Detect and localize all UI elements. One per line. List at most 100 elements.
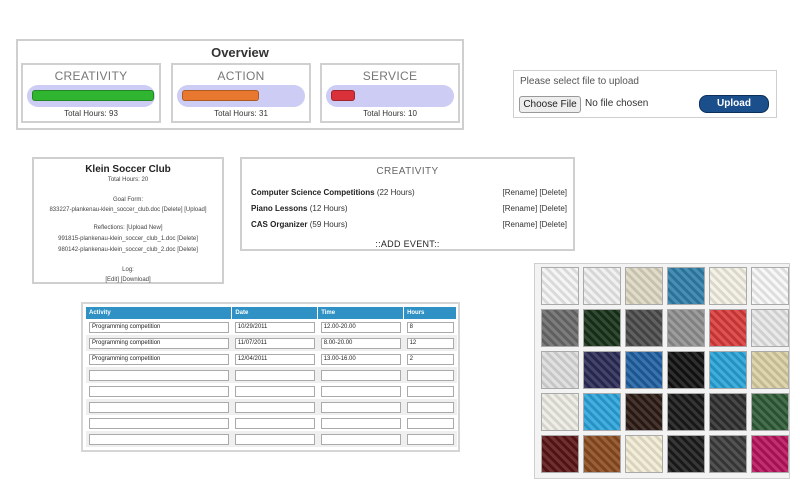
log-actions[interactable]: [Edit] [Download] xyxy=(34,277,222,283)
swatch-beige-damask[interactable] xyxy=(625,267,663,305)
overview-title: Overview xyxy=(211,45,269,60)
table-row xyxy=(86,367,457,383)
event-hours: (22 Hours) xyxy=(376,188,415,197)
activity-input[interactable]: Programming competition xyxy=(89,337,229,349)
time-input[interactable]: 13.00-16.00 xyxy=(320,353,401,365)
swatch-white-ornament[interactable] xyxy=(541,351,579,389)
event-row: Piano Lessons (12 Hours) [Rename] [Delet… xyxy=(251,204,567,213)
table-cell xyxy=(317,367,404,383)
header-date: Date xyxy=(231,307,319,319)
creativity-total-hours: Total Hours: 93 xyxy=(64,109,118,118)
date-input[interactable] xyxy=(234,433,315,445)
upload-button[interactable]: Upload xyxy=(699,95,769,113)
date-input[interactable]: 11/07/2011 xyxy=(234,337,315,349)
activity-input[interactable]: Programming competition xyxy=(89,321,229,333)
activity-input[interactable] xyxy=(89,433,229,445)
table-row: Programming competition 12/04/2011 13.00-1… xyxy=(86,351,457,367)
activity-input[interactable] xyxy=(89,385,229,397)
activity-input[interactable] xyxy=(89,369,229,381)
swatch-white-scroll[interactable] xyxy=(751,267,789,305)
time-input[interactable] xyxy=(320,401,401,413)
swatch-beige-floral[interactable] xyxy=(751,351,789,389)
choose-file-button[interactable]: Choose File xyxy=(519,96,581,113)
swatch-gray-circles[interactable] xyxy=(667,309,705,347)
swatch-dark-fleur[interactable] xyxy=(625,393,663,431)
swatch-black-curve[interactable] xyxy=(667,351,705,389)
swatch-gray-stars[interactable] xyxy=(541,309,579,347)
swatch-pink-rays[interactable] xyxy=(751,435,789,473)
swatch-gray-stone[interactable] xyxy=(625,309,663,347)
reflection-file-2[interactable]: 980142-plankenau-klein_soccer_club_2.doc… xyxy=(34,247,222,253)
hours-input[interactable] xyxy=(406,385,454,397)
swatch-bronze-swirl[interactable] xyxy=(583,435,621,473)
time-input[interactable] xyxy=(320,417,401,429)
swatch-red-argyle[interactable] xyxy=(709,309,747,347)
hours-input[interactable]: 2 xyxy=(406,353,454,365)
hours-input[interactable]: 8 xyxy=(406,321,454,333)
hours-input[interactable]: 12 xyxy=(406,337,454,349)
hours-input[interactable] xyxy=(406,433,454,445)
swatch-white-plain[interactable] xyxy=(541,267,579,305)
event-actions[interactable]: [Rename] [Delete] xyxy=(503,220,567,229)
swatch-cream-lattice[interactable] xyxy=(709,267,747,305)
date-input[interactable] xyxy=(234,385,315,397)
activity-input[interactable]: Programming competition xyxy=(89,353,229,365)
event-actions[interactable]: [Rename] [Delete] xyxy=(503,188,567,197)
header-activity: Activity xyxy=(86,307,233,319)
action-label: ACTION xyxy=(217,69,265,83)
reflections-label[interactable]: Reflections: [Upload New] xyxy=(34,225,222,231)
hours-input[interactable] xyxy=(406,417,454,429)
event-name: Computer Science Competitions xyxy=(251,188,375,197)
time-input[interactable] xyxy=(320,433,401,445)
table-header-row: Activity Date Time Hours xyxy=(86,307,457,319)
date-input[interactable]: 12/04/2011 xyxy=(234,353,315,365)
swatch-green-paisley[interactable] xyxy=(751,393,789,431)
swatch-cream-grid[interactable] xyxy=(541,393,579,431)
swatch-gray-weave[interactable] xyxy=(709,435,747,473)
swatch-cyan-diamond[interactable] xyxy=(709,351,747,389)
table-cell xyxy=(232,415,318,431)
goal-form-file[interactable]: 833227-plankenau-klein_soccer_club.doc [… xyxy=(34,207,222,213)
date-input[interactable] xyxy=(234,401,315,413)
swatch-sky-blue[interactable] xyxy=(583,393,621,431)
activity-input[interactable] xyxy=(89,401,229,413)
event-hours: (12 Hours) xyxy=(309,204,348,213)
swatch-white-floral[interactable] xyxy=(583,267,621,305)
reflection-file-1[interactable]: 991815-plankenau-klein_soccer_club_1.doc… xyxy=(34,236,222,242)
service-progress-track xyxy=(326,85,454,107)
activity-input[interactable] xyxy=(89,417,229,429)
table-cell: Programming competition xyxy=(86,319,232,335)
swatch-dark-plaid[interactable] xyxy=(709,393,747,431)
hours-input[interactable] xyxy=(406,401,454,413)
hours-input[interactable] xyxy=(406,369,454,381)
swatch-blue-tile[interactable] xyxy=(625,351,663,389)
creativity-label: CREATIVITY xyxy=(54,69,128,83)
action-progress-bar xyxy=(182,90,259,101)
swatch-navy-circles[interactable] xyxy=(583,351,621,389)
creativity-progress-bar xyxy=(32,90,154,101)
time-input[interactable]: 8.00-20.00 xyxy=(320,337,401,349)
header-time: Time xyxy=(317,307,405,319)
date-input[interactable] xyxy=(234,369,315,381)
swatch-black-argyle[interactable] xyxy=(667,393,705,431)
swatch-black-mesh[interactable] xyxy=(667,435,705,473)
time-input[interactable]: 12.00-20.00 xyxy=(320,321,401,333)
swatch-maroon-floral[interactable] xyxy=(541,435,579,473)
time-input[interactable] xyxy=(320,385,401,397)
event-actions[interactable]: [Rename] [Delete] xyxy=(503,204,567,213)
date-input[interactable] xyxy=(234,417,315,429)
swatch-cream-dots[interactable] xyxy=(625,435,663,473)
upload-panel: Please select file to upload Choose File… xyxy=(513,70,777,118)
creativity-events-title: CREATIVITY xyxy=(376,166,439,177)
goal-form-label: Goal Form: xyxy=(112,197,143,203)
date-input[interactable]: 10/29/2011 xyxy=(234,321,315,333)
service-total-hours: Total Hours: 10 xyxy=(363,109,417,118)
swatch-blue-diamond[interactable] xyxy=(667,267,705,305)
table-cell xyxy=(403,367,457,383)
time-input[interactable] xyxy=(320,369,401,381)
table-row: Programming competition 10/29/2011 12.00-2… xyxy=(86,319,457,335)
swatch-white-leopard[interactable] xyxy=(751,309,789,347)
action-card: ACTION Total Hours: 31 xyxy=(171,63,311,123)
swatch-green-circuit[interactable] xyxy=(583,309,621,347)
add-event-link[interactable]: ::ADD EVENT:: xyxy=(242,239,573,249)
